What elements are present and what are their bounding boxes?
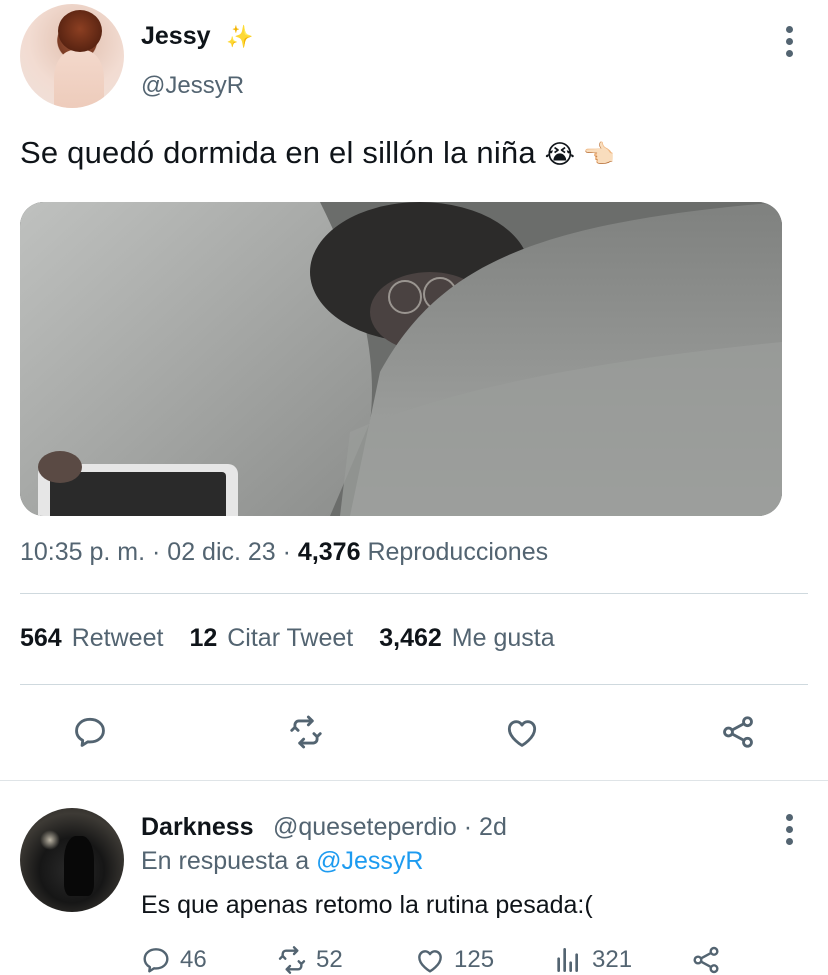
views-icon xyxy=(557,948,578,972)
reply-views-button[interactable]: 321 xyxy=(552,944,632,975)
divider xyxy=(20,593,808,594)
reply-likes-count: 125 xyxy=(454,946,495,973)
sparkle-emoji-icon: ✨ xyxy=(226,24,254,49)
reply-share-button[interactable] xyxy=(690,944,722,975)
reply-actions: 46 52 125 321 xyxy=(0,944,828,975)
reply-author-name[interactable]: Darkness xyxy=(141,813,254,842)
replying-prefix: En respuesta a xyxy=(141,847,317,875)
author-avatar[interactable] xyxy=(20,4,124,108)
like-icon xyxy=(418,950,442,973)
tweet-meta: 10:35 p. m. · 02 dic. 23 · 4,376 Reprodu… xyxy=(20,538,548,567)
replying-to: En respuesta a @JessyR xyxy=(141,847,423,876)
reply-replies-count: 46 xyxy=(180,946,207,973)
tweet-stats: 564 Retweet 12 Citar Tweet 3,462 Me gusta xyxy=(20,624,555,653)
retweet-icon xyxy=(290,715,322,749)
likes-count: 3,462 xyxy=(379,624,442,652)
retweets-label: Retweet xyxy=(71,624,164,652)
tweet-photo[interactable] xyxy=(20,202,782,516)
author-handle[interactable]: @JessyR xyxy=(141,72,244,100)
replying-mention[interactable]: @JessyR xyxy=(316,847,423,875)
reply-views-count: 321 xyxy=(592,946,633,973)
reply-text: Es que apenas retomo la rutina pesada:( xyxy=(141,891,593,919)
reply-retweets-count: 52 xyxy=(316,946,343,973)
author-name[interactable]: Jessy xyxy=(141,22,211,51)
photo-content xyxy=(20,202,782,516)
avatar-hair xyxy=(58,10,102,52)
share-icon xyxy=(693,946,719,974)
likes-label: Me gusta xyxy=(451,624,555,652)
reply-icon xyxy=(75,717,105,747)
tweet-emojis: 😭 👈🏻 xyxy=(544,139,616,169)
tweet-actions xyxy=(0,706,828,760)
reply-retweet-button[interactable]: 52 xyxy=(276,944,343,975)
views-label: Reproducciones xyxy=(367,538,549,566)
avatar-figure xyxy=(64,836,94,896)
quotes-label: Citar Tweet xyxy=(227,624,354,652)
avatar-light xyxy=(40,830,60,850)
tweet-timestamp[interactable]: 10:35 p. m. · 02 dic. 23 · xyxy=(20,538,298,566)
reply-author-handle[interactable]: @queseteperdio · 2d xyxy=(273,813,507,842)
retweets-count: 564 xyxy=(20,624,62,652)
reply-icon xyxy=(143,948,169,973)
views-count: 4,376 xyxy=(297,538,361,566)
divider xyxy=(20,684,808,685)
share-icon xyxy=(723,716,753,748)
like-button[interactable] xyxy=(500,706,544,758)
retweets-stat[interactable]: 564 Retweet xyxy=(20,624,163,653)
avatar-figure xyxy=(54,50,104,108)
quotes-stat[interactable]: 12 Citar Tweet xyxy=(189,624,353,653)
tweet-text: Se quedó dormida en el sillón la niña 😭 … xyxy=(20,135,615,171)
tweet-body: Se quedó dormida en el sillón la niña xyxy=(20,135,536,170)
retweet-icon xyxy=(278,946,306,974)
reply-reply-button[interactable]: 46 xyxy=(140,944,207,975)
divider xyxy=(0,780,828,781)
reply-like-button[interactable]: 125 xyxy=(414,944,494,975)
likes-stat[interactable]: 3,462 Me gusta xyxy=(379,624,554,653)
reply-button[interactable] xyxy=(68,706,112,758)
retweet-button[interactable] xyxy=(284,706,328,758)
quotes-count: 12 xyxy=(189,624,218,652)
reply-author-avatar[interactable] xyxy=(20,808,124,912)
reply-more-options-icon[interactable] xyxy=(786,814,794,845)
share-button[interactable] xyxy=(716,706,760,758)
like-icon xyxy=(507,720,537,747)
more-options-icon[interactable] xyxy=(786,26,794,57)
